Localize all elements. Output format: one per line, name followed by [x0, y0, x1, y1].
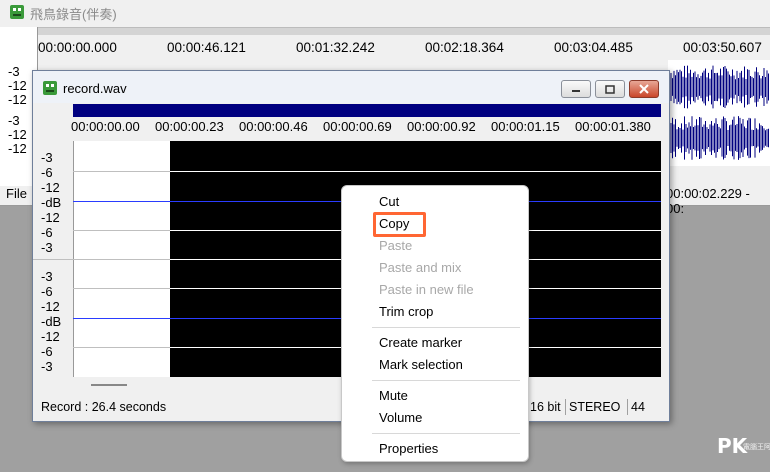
grid-line [73, 288, 170, 289]
record-duration: Record : 26.4 seconds [41, 400, 167, 414]
maximize-button[interactable] [595, 80, 625, 98]
menu-item-paste: Paste [379, 238, 413, 253]
db-label: -3 [41, 240, 53, 255]
menu-item-cut[interactable]: Cut [379, 192, 399, 212]
menu-item-mute[interactable]: Mute [379, 386, 408, 406]
ruler-tick: 00:00:00.92 [407, 119, 476, 134]
db-label: -dB [41, 314, 62, 329]
db-label: -12 [41, 180, 60, 195]
db-label: -3 [41, 269, 53, 284]
db-label: -6 [41, 225, 53, 240]
time-readout: 00:00:02.229 - 00: [666, 186, 750, 216]
bit-depth: 16 bit [530, 400, 561, 414]
grid-line [73, 347, 170, 348]
menu-item-properties[interactable]: Properties [379, 439, 438, 459]
grid-line [170, 171, 661, 172]
db-label: -12 [41, 210, 60, 225]
ruler-tick: 00:00:00.000 [38, 40, 117, 55]
ruler-tick: 00:03:04.485 [554, 40, 633, 55]
file-menu[interactable]: File [6, 186, 27, 201]
channel-divider [33, 259, 170, 260]
menu-item-paste-and-mix: Paste and mix [379, 260, 462, 275]
ruler-tick: 00:00:01.380 [575, 119, 651, 134]
db-label: -6 [41, 284, 53, 299]
close-button[interactable] [629, 80, 659, 98]
db-label: -12 [8, 92, 27, 107]
background-waveform [668, 60, 770, 166]
app-icon [43, 81, 57, 95]
db-label: -3 [41, 150, 53, 165]
watermark-logo: PK 電腦王阿達 [717, 434, 770, 460]
db-label: -dB [41, 195, 62, 210]
menu-item-volume[interactable]: Volume [379, 408, 422, 428]
background-window-title: 飛鳥錄音(伴奏) [30, 7, 117, 22]
context-menu: Cut Copy Paste Paste and mix Paste in ne… [341, 185, 529, 462]
minimize-button[interactable] [561, 80, 591, 98]
db-scale: -3 -6 -12 -dB -12 -6 -3 -3 -6 -12 -dB -1… [33, 139, 73, 391]
db-label: -12 [8, 127, 27, 142]
menu-item-trim-crop[interactable]: Trim crop [379, 302, 433, 322]
overview-bar[interactable] [73, 104, 661, 117]
ruler-tick: 00:00:00.46 [239, 119, 308, 134]
ruler-tick: 00:01:32.242 [296, 40, 375, 55]
db-label: -12 [8, 78, 27, 93]
grid-line [73, 230, 170, 231]
db-label: -12 [41, 329, 60, 344]
background-time-ruler: 00:00:00.000 00:00:46.121 00:01:32.242 0… [38, 36, 770, 60]
menu-separator [372, 433, 520, 434]
watermark-sub-text: 電腦王阿達 [743, 444, 770, 451]
channel-mode: STEREO [569, 400, 621, 414]
status-separator [627, 399, 628, 415]
sample-rate: 44 [631, 400, 645, 414]
ruler-tick: 00:02:18.364 [425, 40, 504, 55]
ruler-tick: 00:03:50.607 [683, 40, 762, 55]
channel-center-line [73, 318, 170, 319]
menu-item-create-marker[interactable]: Create marker [379, 333, 462, 353]
menu-separator [372, 380, 520, 381]
minimize-icon [572, 90, 580, 92]
close-icon [639, 84, 649, 94]
db-label: -3 [8, 113, 20, 128]
db-label: -3 [41, 359, 53, 374]
background-title-bar[interactable]: 飛鳥錄音(伴奏) [0, 0, 770, 26]
db-label: -12 [41, 299, 60, 314]
ruler-tick: 00:00:00.00 [71, 119, 140, 134]
channel-center-line [73, 201, 170, 202]
app-icon [10, 5, 24, 19]
copy-highlight-box [373, 212, 426, 237]
db-label: -3 [8, 64, 20, 79]
menu-item-mark-selection[interactable]: Mark selection [379, 355, 463, 375]
time-ruler: 00:00:00.00 00:00:00.23 00:00:00.46 00:0… [71, 117, 661, 139]
background-scroll-bar[interactable] [38, 27, 770, 35]
grid-line [73, 171, 170, 172]
menu-separator [372, 327, 520, 328]
db-label: -12 [8, 141, 27, 156]
menu-item-paste-in-new-file: Paste in new file [379, 282, 474, 297]
db-label: -6 [41, 344, 53, 359]
ruler-tick: 00:00:00.23 [155, 119, 224, 134]
record-window-title-bar[interactable]: record.wav [33, 71, 669, 103]
maximize-icon [605, 84, 615, 94]
db-label: -6 [41, 165, 53, 180]
ruler-tick: 00:00:00.69 [323, 119, 392, 134]
status-separator [565, 399, 566, 415]
scrollbar-thumb[interactable] [91, 384, 127, 386]
ruler-tick: 00:00:01.15 [491, 119, 560, 134]
ruler-tick: 00:00:46.121 [167, 40, 246, 55]
window-title: record.wav [63, 81, 127, 96]
